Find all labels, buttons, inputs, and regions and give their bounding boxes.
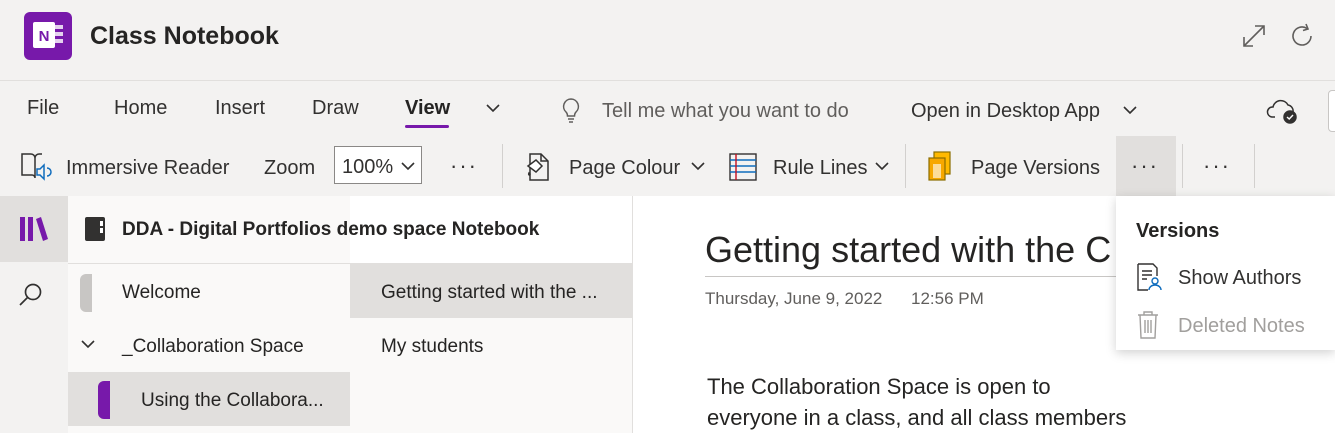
open-in-desktop-button[interactable]: Open in Desktop App [911, 97, 1100, 125]
page-colour-button[interactable]: Page Colour [569, 154, 680, 182]
ribbon-separator [1182, 144, 1183, 188]
section-group-collaboration-space[interactable]: _Collaboration Space [122, 334, 304, 360]
tab-draw[interactable]: Draw [312, 94, 359, 122]
versions-menu-header: Versions [1136, 220, 1220, 242]
page-colour-icon[interactable] [524, 151, 552, 183]
notebook-icon [84, 216, 106, 242]
section-welcome[interactable]: Welcome [122, 280, 201, 306]
tab-view[interactable]: View [405, 94, 450, 122]
search-icon[interactable] [18, 282, 44, 308]
tell-me-search[interactable]: Tell me what you want to do [602, 97, 849, 125]
page-body-line[interactable]: The Collaboration Space is open to [707, 372, 1051, 402]
chevron-down-icon[interactable] [874, 158, 890, 174]
show-authors-icon[interactable] [1136, 262, 1162, 292]
page-title-underline [705, 276, 1125, 277]
tab-home[interactable]: Home [114, 94, 167, 122]
rule-lines-button[interactable]: Rule Lines [773, 154, 868, 182]
chevron-down-icon[interactable] [400, 158, 416, 174]
onenote-logo-icon: N [24, 12, 72, 60]
chevron-down-icon[interactable] [484, 99, 502, 117]
immersive-reader-button[interactable]: Immersive Reader [66, 154, 229, 182]
more-options-button[interactable]: ··· [450, 152, 478, 180]
versions-more-button[interactable]: ··· [1131, 152, 1159, 180]
chevron-down-icon[interactable] [690, 158, 706, 174]
tab-file[interactable]: File [27, 94, 59, 122]
page-my-students[interactable]: My students [381, 334, 483, 360]
page-versions-icon[interactable] [926, 150, 954, 184]
zoom-label: Zoom [264, 157, 316, 179]
expand-icon[interactable] [1240, 22, 1268, 50]
trash-icon [1136, 310, 1160, 340]
lightbulb-icon [559, 96, 583, 124]
panel-divider [632, 196, 633, 433]
zoom-value: 100% [342, 156, 394, 178]
section-using-collaboration[interactable]: Using the Collabora... [141, 388, 324, 414]
page-date: Thursday, June 9, 2022 [705, 289, 883, 308]
page-body-line[interactable]: everyone in a class, and all class membe… [707, 403, 1126, 433]
page-getting-started[interactable]: Getting started with the ... [381, 280, 598, 306]
cloud-sync-icon[interactable] [1266, 96, 1300, 126]
ribbon-separator [1254, 144, 1255, 188]
refresh-icon[interactable] [1288, 22, 1316, 50]
more-commands-button[interactable]: ··· [1203, 152, 1231, 180]
deleted-notes-item: Deleted Notes [1178, 315, 1305, 337]
tab-insert[interactable]: Insert [215, 94, 265, 122]
active-tab-indicator [405, 125, 449, 128]
page-versions-button[interactable]: Page Versions [971, 154, 1100, 182]
notebook-name[interactable]: DDA - Digital Portfolios demo space Note… [122, 217, 539, 243]
notebooks-library-icon[interactable] [18, 214, 50, 244]
section-color-tab [80, 274, 92, 312]
chevron-down-icon[interactable] [80, 336, 96, 352]
chevron-down-icon[interactable] [1122, 102, 1138, 118]
rule-lines-icon[interactable] [728, 151, 758, 183]
page-title[interactable]: Getting started with the C [705, 228, 1111, 272]
show-authors-item[interactable]: Show Authors [1178, 264, 1301, 292]
page-time: 12:56 PM [911, 289, 984, 308]
svg-text:N: N [39, 28, 50, 45]
ribbon-separator [502, 144, 503, 188]
app-title: Class Notebook [90, 22, 279, 50]
ribbon-separator [905, 144, 906, 188]
section-color-tab [98, 381, 110, 419]
ribbon-overflow-edge [1328, 90, 1335, 132]
immersive-reader-icon[interactable] [20, 150, 52, 182]
